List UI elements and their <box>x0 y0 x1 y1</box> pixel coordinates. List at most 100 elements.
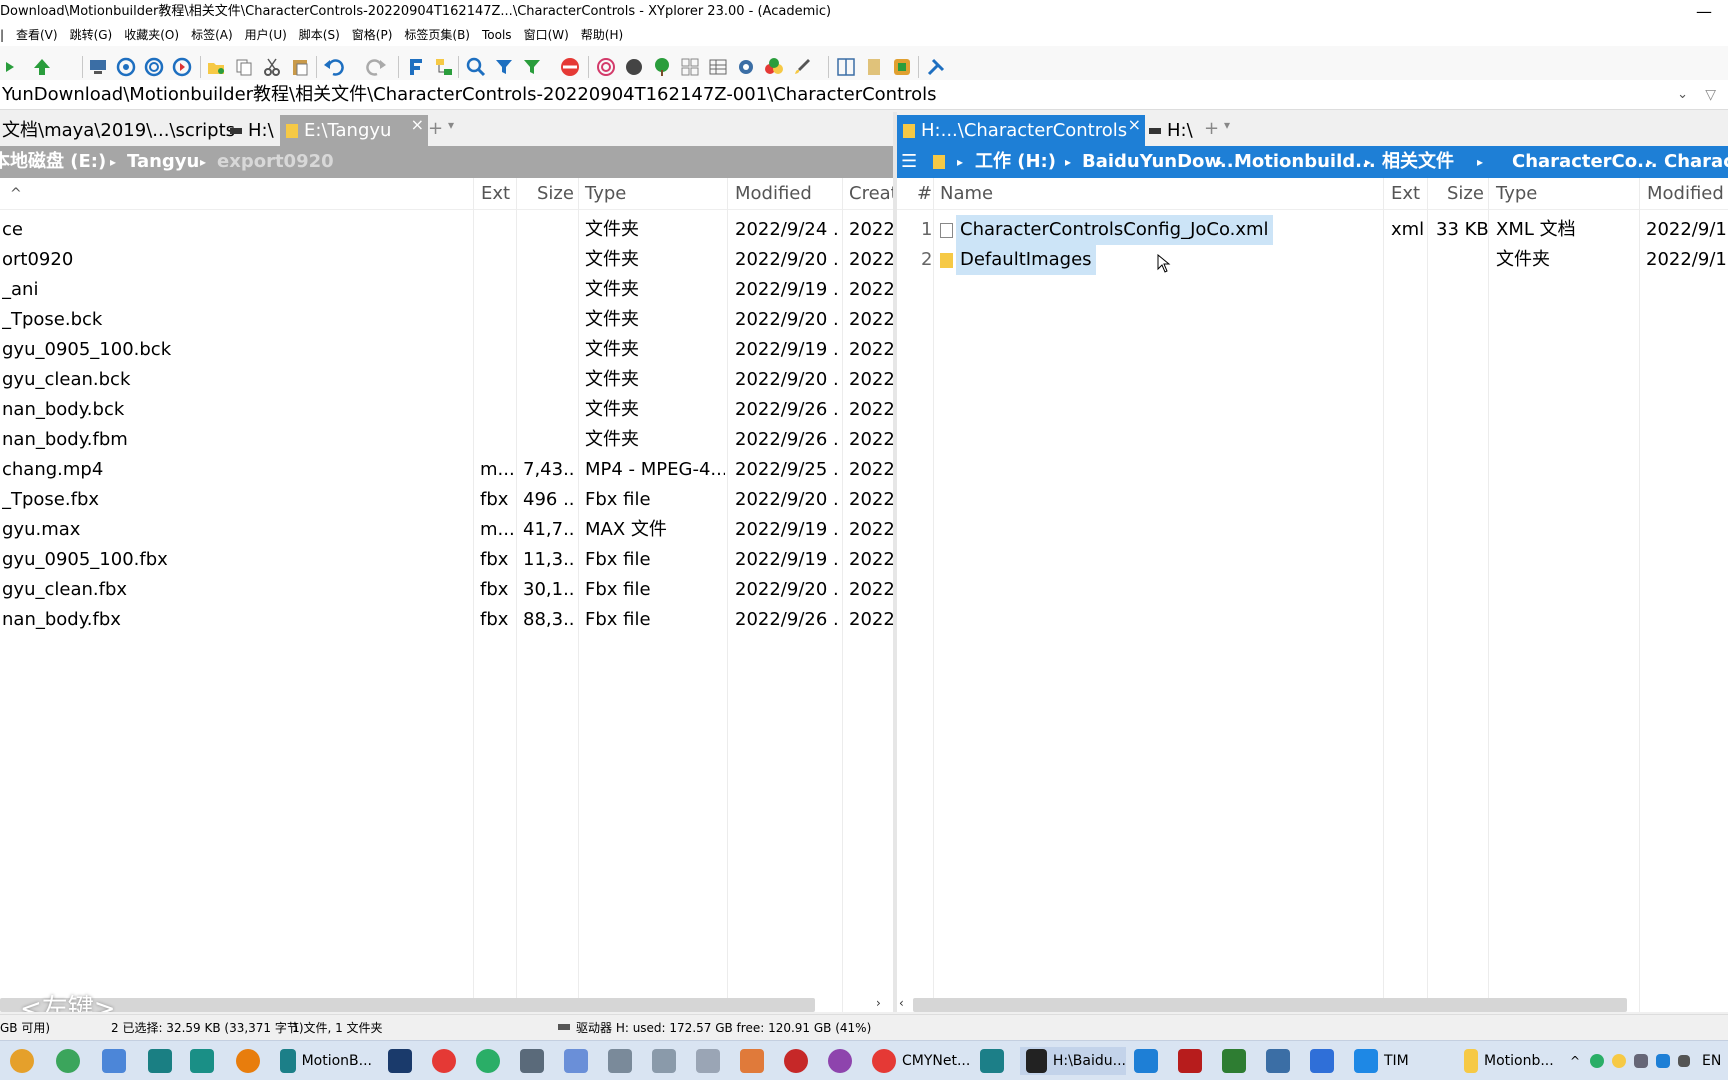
menu-item-script[interactable]: 脚本(S) <box>293 24 346 46</box>
copy-icon[interactable] <box>232 56 256 78</box>
thumbnails-icon[interactable] <box>678 56 702 78</box>
taskbar-app-icon[interactable] <box>102 1047 132 1075</box>
table-row[interactable]: gyu_clean.bck 文件夹 2022/9/20 ... 2022, <box>0 365 893 395</box>
crumb-work-h[interactable]: 工作 (H:) <box>975 146 1056 178</box>
taskbar-motionbuilder-2[interactable]: Motionb... <box>1464 1047 1564 1075</box>
menu-item-panes[interactable]: 窗格(P) <box>346 24 399 46</box>
table-row[interactable]: ce 文件夹 2022/9/24 ... 2022, <box>0 215 893 245</box>
table-row[interactable]: nan_body.bck 文件夹 2022/9/26 ... 2022, <box>0 395 893 425</box>
tab-close-icon[interactable]: × <box>1128 112 1141 140</box>
tag-icon[interactable] <box>558 56 582 78</box>
minimize-button[interactable]: — <box>1696 0 1712 24</box>
settings-blue-icon[interactable] <box>734 56 758 78</box>
col-name[interactable]: Name <box>940 178 993 210</box>
scroll-left-icon[interactable]: ‹ <box>899 996 904 1010</box>
tab-h-drive-right[interactable]: H:\ <box>1145 115 1201 146</box>
cut-icon[interactable] <box>260 56 284 78</box>
col-size[interactable]: Size <box>1447 178 1484 210</box>
taskbar-wechat-icon[interactable] <box>476 1047 506 1075</box>
table-row[interactable]: ort0920 文件夹 2022/9/20 ... 2022, <box>0 245 893 275</box>
tray-volume-icon[interactable] <box>1678 1047 1696 1075</box>
computer-icon[interactable] <box>86 56 110 78</box>
tray-language[interactable]: EN <box>1702 1047 1721 1075</box>
table-row[interactable]: _Tpose.bck 文件夹 2022/9/20 ... 2022, <box>0 305 893 335</box>
up-icon[interactable] <box>30 56 54 78</box>
search-icon[interactable] <box>464 56 488 78</box>
table-row[interactable]: gyu_0905_100.bck 文件夹 2022/9/19 ... 2022, <box>0 335 893 365</box>
taskbar-xyplorer[interactable]: H:\Baidu... <box>1020 1047 1126 1075</box>
menu-item-tools[interactable]: Tools <box>476 24 518 46</box>
crumb-motionbuilder[interactable]: Motionbuild... <box>1234 146 1376 178</box>
filter-green-icon[interactable] <box>520 56 544 78</box>
crumb-related-files[interactable]: 相关文件 <box>1382 146 1454 178</box>
dark-mode-icon[interactable] <box>622 56 646 78</box>
scroll-right-icon[interactable]: › <box>876 996 881 1010</box>
table-row[interactable]: nan_body.fbm 文件夹 2022/9/26 ... 2022, <box>0 425 893 455</box>
tab-close-icon[interactable]: × <box>411 112 424 140</box>
taskbar-app-icon[interactable] <box>828 1047 858 1075</box>
col-size[interactable]: Size <box>537 178 574 210</box>
col-ext[interactable]: Ext <box>481 178 510 210</box>
table-row[interactable]: gyu.max m... 41,7... MAX 文件 2022/9/19 ... 202… <box>0 515 893 545</box>
crumb-characterco[interactable]: CharacterCo... <box>1512 146 1658 178</box>
taskbar-chrome-alt[interactable] <box>56 1047 86 1075</box>
left-hscroll[interactable] <box>0 998 815 1012</box>
taskbar-star-icon[interactable] <box>432 1047 462 1075</box>
dual-pane-icon[interactable] <box>834 56 858 78</box>
taskbar-app-icon[interactable] <box>148 1047 178 1075</box>
add-tab-button[interactable]: + <box>428 118 443 139</box>
address-input[interactable]: YunDownload\Motionbuilder教程\相关文件\Charact… <box>2 80 937 109</box>
tray-app-icon[interactable] <box>1612 1047 1632 1075</box>
tools-icon[interactable] <box>924 56 948 78</box>
nav-icon[interactable] <box>170 56 194 78</box>
redo-icon[interactable] <box>364 56 388 78</box>
taskbar-app-icon[interactable] <box>1222 1047 1252 1075</box>
filter-icon[interactable] <box>492 56 516 78</box>
tray-app-icon[interactable] <box>1656 1047 1676 1075</box>
col-modified[interactable]: Modified <box>735 178 812 210</box>
tab-h-drive[interactable]: H:\ <box>224 115 282 146</box>
taskbar-app-icon[interactable] <box>740 1047 770 1075</box>
tree-icon[interactable] <box>650 56 674 78</box>
table-row[interactable]: nan_body.fbx fbx 88,3... Fbx file 2022/9/26 … <box>0 605 893 635</box>
spiral-icon[interactable] <box>594 56 618 78</box>
col-type[interactable]: Type <box>585 178 626 210</box>
tab-menu-icon[interactable]: ▾ <box>448 118 454 132</box>
paste-icon[interactable] <box>288 56 312 78</box>
tray-wechat-icon[interactable] <box>1590 1047 1610 1075</box>
taskbar-tim[interactable]: TIM <box>1354 1047 1424 1075</box>
taskbar-vscode-icon[interactable] <box>1134 1047 1164 1075</box>
crumb-export0920[interactable]: export0920 <box>217 146 334 178</box>
panel-icon[interactable] <box>862 56 886 78</box>
branch-view-icon[interactable] <box>432 56 456 78</box>
table-row[interactable]: _Tpose.fbx fbx 496 ... Fbx file 2022/9/20 ..… <box>0 485 893 515</box>
address-filter-icon[interactable]: ▽ <box>1705 80 1716 109</box>
undo-icon[interactable] <box>322 56 346 78</box>
menu-item-user[interactable]: 用户(U) <box>239 24 293 46</box>
table-row[interactable]: 2 DefaultImages 文件夹 2022/9/17 <box>897 245 1728 275</box>
taskbar-cmynet[interactable]: CMYNet... <box>872 1047 982 1075</box>
right-hscroll[interactable] <box>913 998 1627 1012</box>
menu-item-tabsets[interactable]: 标签页集(B) <box>398 24 476 46</box>
table-row[interactable]: 1 CharacterControlsConfig_JoCo.xml xml 33 K… <box>897 215 1728 245</box>
taskbar-app-icon[interactable] <box>696 1047 726 1075</box>
crumb-charact[interactable]: Charact <box>1664 146 1728 178</box>
table-row[interactable]: gyu_0905_100.fbx fbx 11,3... Fbx file 2022/9… <box>0 545 893 575</box>
tab-scripts[interactable]: 文档\maya\2019\...\scripts <box>0 115 243 146</box>
brush-icon[interactable] <box>790 56 814 78</box>
col-type[interactable]: Type <box>1496 178 1537 210</box>
forward-icon[interactable] <box>0 56 24 78</box>
taskbar-app-icon[interactable] <box>564 1047 594 1075</box>
taskbar-app-icon[interactable] <box>608 1047 638 1075</box>
tab-charactercontrols[interactable]: H:...\CharacterControls × <box>897 115 1145 146</box>
find-files-icon[interactable] <box>404 56 428 78</box>
colors-icon[interactable] <box>762 56 786 78</box>
table-row[interactable]: _ani 文件夹 2022/9/19 ... 2022, <box>0 275 893 305</box>
tray-chevron-icon[interactable]: ^ <box>1570 1047 1580 1075</box>
target-icon[interactable] <box>114 56 138 78</box>
details-icon[interactable] <box>706 56 730 78</box>
address-dropdown-icon[interactable]: ⌄ <box>1677 80 1688 109</box>
new-folder-icon[interactable] <box>204 56 228 78</box>
taskbar-motionbuilder-icon[interactable] <box>980 1047 1010 1075</box>
taskbar-app-icon[interactable] <box>520 1047 550 1075</box>
